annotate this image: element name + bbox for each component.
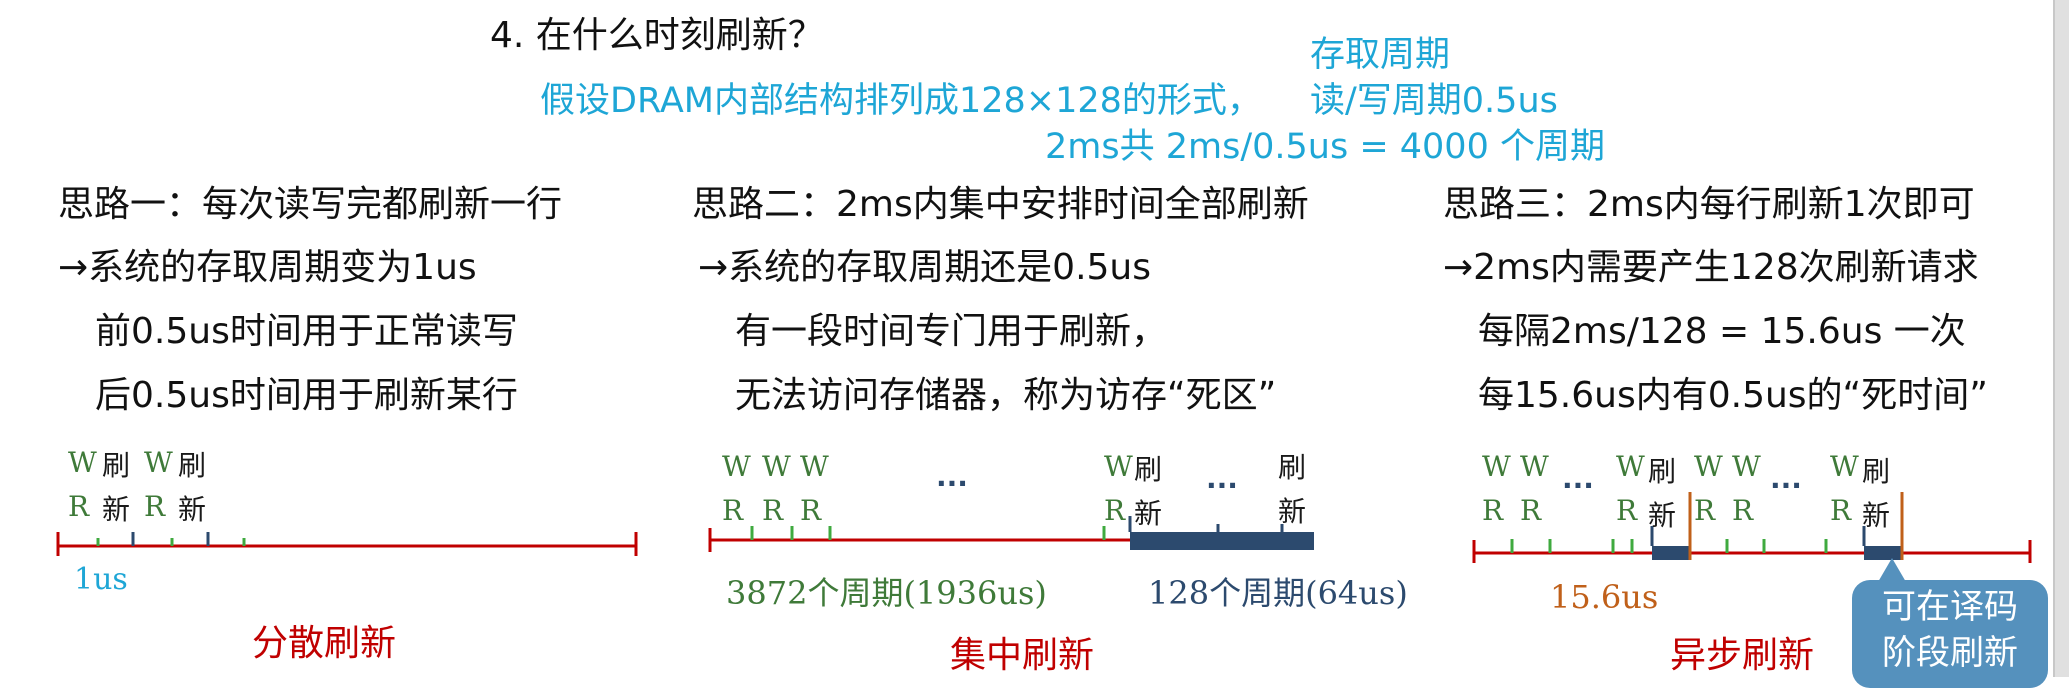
w-mark: W: [800, 450, 829, 483]
ellipsis: ...: [1206, 462, 1238, 495]
r-mark: R: [1830, 494, 1852, 527]
callout-line: 可在译码: [1882, 587, 2018, 627]
normal-cycles-label: 3872个周期(1936us): [726, 574, 1047, 612]
w-mark: W: [1520, 450, 1549, 483]
ellipsis: ...: [936, 460, 968, 493]
refresh-mark-top: 刷: [1278, 451, 1307, 484]
ellipsis: ...: [1562, 462, 1594, 495]
interval-label: 15.6us: [1550, 578, 1659, 616]
ellipsis: ...: [1770, 462, 1802, 495]
r-mark: R: [1694, 494, 1716, 527]
w-mark: W: [1732, 450, 1761, 483]
refresh-mark-bottom: 新: [1134, 497, 1163, 530]
w-mark: W: [762, 450, 791, 483]
refresh-mark-bottom: 新: [1278, 495, 1307, 528]
decode-phase-callout: 可在译码 阶段刷新: [1852, 558, 2048, 688]
callout-line: 阶段刷新: [1882, 633, 2018, 673]
async-refresh-label: 异步刷新: [1670, 635, 1815, 676]
r-mark: R: [1482, 494, 1504, 527]
w-mark: W: [1482, 450, 1511, 483]
w-mark: W: [1830, 450, 1859, 483]
r-mark: R: [1104, 494, 1126, 527]
refresh-mark-bottom: 新: [1862, 499, 1891, 532]
unit-label: 1us: [74, 562, 128, 597]
timeline-distributed: [56, 532, 638, 556]
w-mark: W: [1694, 450, 1723, 483]
refresh-mark-top: 刷: [1862, 455, 1891, 488]
w-mark: W: [1616, 450, 1645, 483]
refresh-mark-top: 刷: [1648, 455, 1677, 488]
refresh-cycles-label: 128个周期(64us): [1148, 574, 1408, 612]
distributed-refresh-label: 分散刷新: [252, 623, 397, 664]
w-mark: W: [722, 450, 751, 483]
refresh-mark-bottom: 新: [1648, 499, 1677, 532]
refresh-mark-top: 刷: [1134, 453, 1163, 486]
r-mark: R: [1732, 494, 1754, 527]
r-mark: R: [1616, 494, 1638, 527]
r-mark: R: [800, 494, 822, 527]
scrollbar[interactable]: [2053, 0, 2069, 677]
w-mark: W: [1104, 450, 1133, 483]
centralized-refresh-label: 集中刷新: [950, 635, 1095, 676]
r-mark: R: [722, 494, 744, 527]
r-mark: R: [1520, 494, 1542, 527]
r-mark: R: [762, 494, 784, 527]
